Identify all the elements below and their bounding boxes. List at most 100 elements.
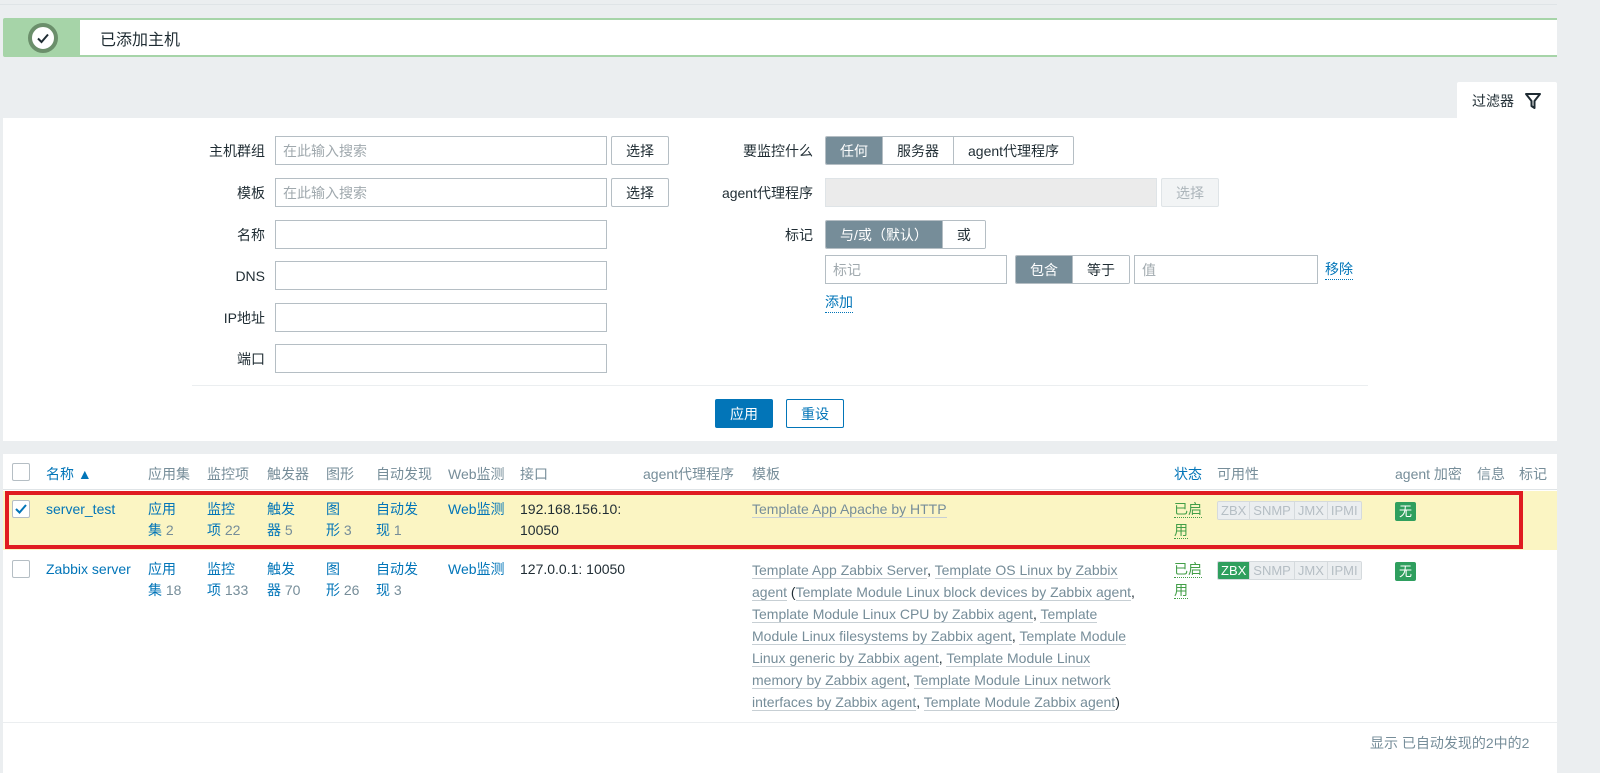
tags-label: 标记 xyxy=(785,226,813,243)
success-message: 已添加主机 × xyxy=(3,18,1589,57)
host-groups-select-button[interactable]: 选择 xyxy=(611,136,669,165)
ip-label: IP地址 xyxy=(223,309,265,326)
items-link[interactable]: 监控项 22 xyxy=(207,499,240,541)
col-encryption: agent 加密 xyxy=(1395,466,1462,482)
template-link[interactable]: Template OS Linux by Zabbix xyxy=(934,562,1118,579)
items-link[interactable]: 监控项 133 xyxy=(207,559,248,601)
graphs-link[interactable]: 图形 26 xyxy=(326,559,359,601)
filter-tab[interactable]: 过滤器 xyxy=(1457,82,1557,120)
encryption-badge: 无 xyxy=(1395,562,1417,581)
template-link[interactable]: Template Module Zabbix agent xyxy=(923,694,1116,711)
name-input[interactable] xyxy=(275,220,607,249)
monitored-by-label: 要监控什么 xyxy=(743,142,813,159)
encryption-badge: 无 xyxy=(1395,502,1417,521)
tag-operator-equals[interactable]: 等于 xyxy=(1072,256,1129,283)
dns-input[interactable] xyxy=(275,261,607,290)
reset-button[interactable]: 重设 xyxy=(786,399,844,428)
checkmark-icon xyxy=(15,504,27,514)
row-checkbox[interactable] xyxy=(12,500,30,518)
template-link[interactable]: Template App Apache by HTTP xyxy=(752,501,947,518)
interface-value: 192.168.156.10: 10050 xyxy=(520,501,622,538)
templates-input[interactable] xyxy=(275,178,607,207)
host-groups-input[interactable] xyxy=(275,136,607,165)
tags-mode-or[interactable]: 或 xyxy=(941,221,985,248)
table-row: Zabbix server 应用集 18 监控项 133 触发器 70 图形 2… xyxy=(3,551,1557,721)
template-link[interactable]: Template Module xyxy=(1019,628,1127,645)
dns-label: DNS xyxy=(235,267,265,284)
tag-operator-toggle: 包含 等于 xyxy=(1015,255,1130,284)
table-row: server_test 应用集 2 监控项 22 触发器 5 图形 3 自动发现… xyxy=(3,491,1557,550)
proxy-input xyxy=(825,178,1157,207)
col-items: 监控项 xyxy=(207,466,249,482)
template-link[interactable]: Template Module Linux block devices by Z… xyxy=(795,584,1132,601)
tag-name-input[interactable] xyxy=(825,255,1007,284)
hosts-table: 名称 ▲ 应用集 监控项 触发器 图形 自动发现 Web监测 接口 agent代… xyxy=(3,454,1557,773)
filter-panel: 主机群组 选择 模板 选择 名称 DNS IP地址 端口 要监控什么 任何 服务… xyxy=(3,118,1557,441)
template-link[interactable]: Template App Zabbix Server xyxy=(752,562,928,579)
template-link[interactable]: agent xyxy=(752,584,788,601)
template-link[interactable]: interfaces by Zabbix agent xyxy=(752,694,917,711)
status-toggle[interactable]: 已启用 xyxy=(1174,499,1202,541)
discovery-link[interactable]: 自动发现 3 xyxy=(376,559,418,601)
host-name-link[interactable]: Zabbix server xyxy=(46,559,131,580)
snmp-badge: SNMP xyxy=(1249,562,1294,579)
filter-tab-label: 过滤器 xyxy=(1472,93,1514,109)
web-link[interactable]: Web监测 xyxy=(448,559,505,580)
apply-button[interactable]: 应用 xyxy=(715,399,773,428)
discovery-link[interactable]: 自动发现 1 xyxy=(376,499,418,541)
col-templates: 模板 xyxy=(752,466,780,482)
applications-link[interactable]: 应用集 18 xyxy=(148,559,181,601)
availability-badges: ZBX SNMP JMX IPMI xyxy=(1217,501,1362,520)
col-interface: 接口 xyxy=(520,466,548,482)
template-link[interactable]: memory by Zabbix agent xyxy=(752,672,907,689)
page-scrollbar-track[interactable] xyxy=(1557,0,1600,773)
col-status[interactable]: 状态 xyxy=(1174,464,1202,484)
tag-remove-link[interactable]: 移除 xyxy=(1325,259,1353,280)
encryption-cell: 无 xyxy=(1395,501,1417,522)
tag-value-input[interactable] xyxy=(1134,255,1318,284)
monitored-by-server[interactable]: 服务器 xyxy=(882,137,953,164)
select-all-checkbox[interactable] xyxy=(12,463,30,481)
template-line: memory by Zabbix agent, Template Module … xyxy=(752,669,1162,691)
templates-select-button[interactable]: 选择 xyxy=(611,178,669,207)
template-separator: ) xyxy=(1115,694,1120,710)
template-link[interactable]: Linux generic by Zabbix agent xyxy=(752,650,939,667)
port-input[interactable] xyxy=(275,344,607,373)
template-link[interactable]: Module Linux filesystems by Zabbix agent xyxy=(752,628,1012,645)
ip-input[interactable] xyxy=(275,303,607,332)
template-link[interactable]: Template Module Linux xyxy=(946,650,1091,667)
name-label: 名称 xyxy=(237,226,265,243)
monitored-by-any[interactable]: 任何 xyxy=(826,137,882,164)
tag-operator-contains[interactable]: 包含 xyxy=(1016,256,1072,283)
template-line: Template Module Linux CPU by Zabbix agen… xyxy=(752,603,1162,625)
ipmi-badge: IPMI xyxy=(1326,502,1361,519)
jmx-badge: JMX xyxy=(1293,502,1327,519)
table-bottom-divider xyxy=(3,722,1557,723)
status-toggle[interactable]: 已启用 xyxy=(1174,559,1202,601)
ipmi-badge: IPMI xyxy=(1326,562,1361,579)
check-circle-icon xyxy=(27,22,58,53)
template-line: interfaces by Zabbix agent, Template Mod… xyxy=(752,691,1162,713)
table-footer-count: 显示 已自动发现的2中的2 xyxy=(1370,735,1530,751)
host-groups-label: 主机群组 xyxy=(209,142,265,159)
graphs-link[interactable]: 图形 3 xyxy=(326,499,352,541)
port-label: 端口 xyxy=(237,350,265,367)
template-line: Linux generic by Zabbix agent, Template … xyxy=(752,647,1162,669)
triggers-link[interactable]: 触发器 5 xyxy=(267,499,295,541)
triggers-link[interactable]: 触发器 70 xyxy=(267,559,300,601)
template-link[interactable]: Template Module Linux network xyxy=(913,672,1111,689)
col-availability: 可用性 xyxy=(1217,466,1259,482)
monitored-by-proxy[interactable]: agent代理程序 xyxy=(953,137,1074,164)
applications-link[interactable]: 应用集 2 xyxy=(148,499,176,541)
template-separator: , xyxy=(1131,584,1135,600)
tags-mode-and-or[interactable]: 与/或（默认） xyxy=(826,221,942,248)
row-checkbox[interactable] xyxy=(12,560,30,578)
template-link[interactable]: Template Module Linux CPU by Zabbix agen… xyxy=(752,606,1033,623)
templates-cell: Template App Apache by HTTP xyxy=(752,499,947,520)
web-link[interactable]: Web监测 xyxy=(448,499,505,520)
host-name-link[interactable]: server_test xyxy=(46,499,115,520)
col-name[interactable]: 名称 ▲ xyxy=(46,464,92,484)
jmx-badge: JMX xyxy=(1293,562,1327,579)
template-link[interactable]: Template xyxy=(1040,606,1098,623)
tag-add-link[interactable]: 添加 xyxy=(825,292,853,313)
